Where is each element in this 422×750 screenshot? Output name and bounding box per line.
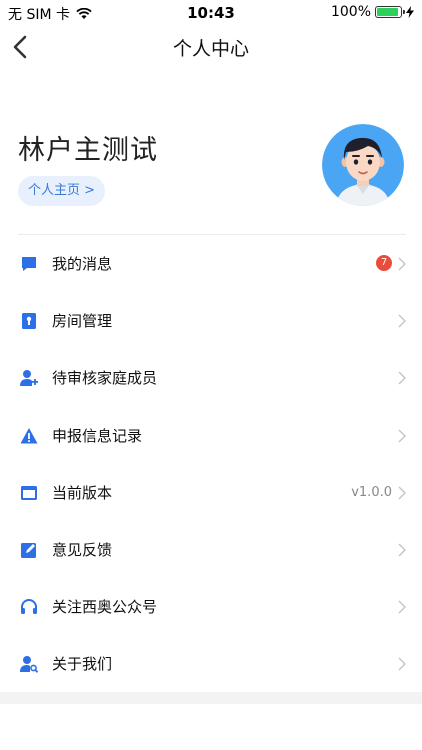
menu-list: 我的消息 7 房间管理 待审核家庭成员 申报信息记录 当前版本 v1.0.0 意… — [0, 235, 422, 693]
chevron-right-icon — [398, 314, 406, 328]
menu-item-pending-family-members[interactable]: 待审核家庭成员 — [0, 349, 422, 406]
menu-item-messages[interactable]: 我的消息 7 — [0, 235, 422, 292]
user-search-icon — [20, 656, 38, 674]
menu-item-label: 我的消息 — [52, 255, 113, 273]
chevron-right-icon — [398, 657, 406, 671]
page-title: 个人中心 — [172, 38, 249, 60]
charging-icon — [406, 6, 414, 18]
version-value: v1.0.0 — [351, 484, 392, 500]
menu-item-follow-wechat[interactable]: 关注西奥公众号 — [0, 578, 422, 635]
avatar-illustration — [322, 124, 404, 206]
chevron-right-icon — [398, 543, 406, 557]
lock-icon — [22, 313, 36, 330]
menu-item-about-us[interactable]: 关于我们 — [0, 635, 422, 692]
chevron-right-icon — [398, 371, 406, 385]
menu-item-label: 待审核家庭成员 — [52, 369, 158, 388]
menu-item-label: 房间管理 — [52, 312, 113, 331]
menu-item-current-version[interactable]: 当前版本 v1.0.0 — [0, 464, 422, 521]
chevron-right-icon — [398, 257, 406, 271]
avatar[interactable] — [322, 124, 404, 206]
personal-home-button[interactable]: 个人主页 > — [18, 176, 106, 206]
bottom-separator — [0, 692, 422, 704]
status-right: 100% — [331, 4, 414, 20]
menu-item-room-management[interactable]: 房间管理 — [0, 292, 422, 349]
edit-icon — [21, 542, 36, 558]
menu-item-label: 意见反馈 — [52, 540, 113, 559]
battery-fill — [377, 8, 398, 16]
chevron-right-icon — [398, 429, 406, 443]
menu-item-label: 申报信息记录 — [52, 426, 143, 445]
message-icon — [22, 257, 36, 271]
unread-badge: 7 — [376, 255, 392, 271]
user-name: 林户主测试 — [18, 135, 158, 166]
menu-item-label: 当前版本 — [52, 483, 113, 502]
battery-icon — [375, 6, 405, 18]
window-icon — [21, 485, 37, 500]
menu-item-label: 关注西奥公众号 — [52, 598, 158, 617]
headset-icon — [21, 599, 37, 615]
battery-percent: 100% — [330, 4, 371, 20]
battery-cap — [403, 10, 405, 14]
menu-item-declaration-records[interactable]: 申报信息记录 — [0, 407, 422, 464]
chevron-right-icon — [398, 486, 406, 500]
nav-bar: 个人中心 — [0, 24, 422, 70]
chevron-right-icon — [398, 600, 406, 614]
menu-item-feedback[interactable]: 意见反馈 — [0, 521, 422, 578]
profile-section: 林户主测试 个人主页 > — [0, 118, 422, 233]
status-bar: 无 SIM 卡 10:43 100% — [0, 0, 422, 24]
warning-icon — [20, 427, 38, 444]
add-user-icon — [20, 370, 38, 387]
menu-item-label: 关于我们 — [52, 655, 113, 674]
